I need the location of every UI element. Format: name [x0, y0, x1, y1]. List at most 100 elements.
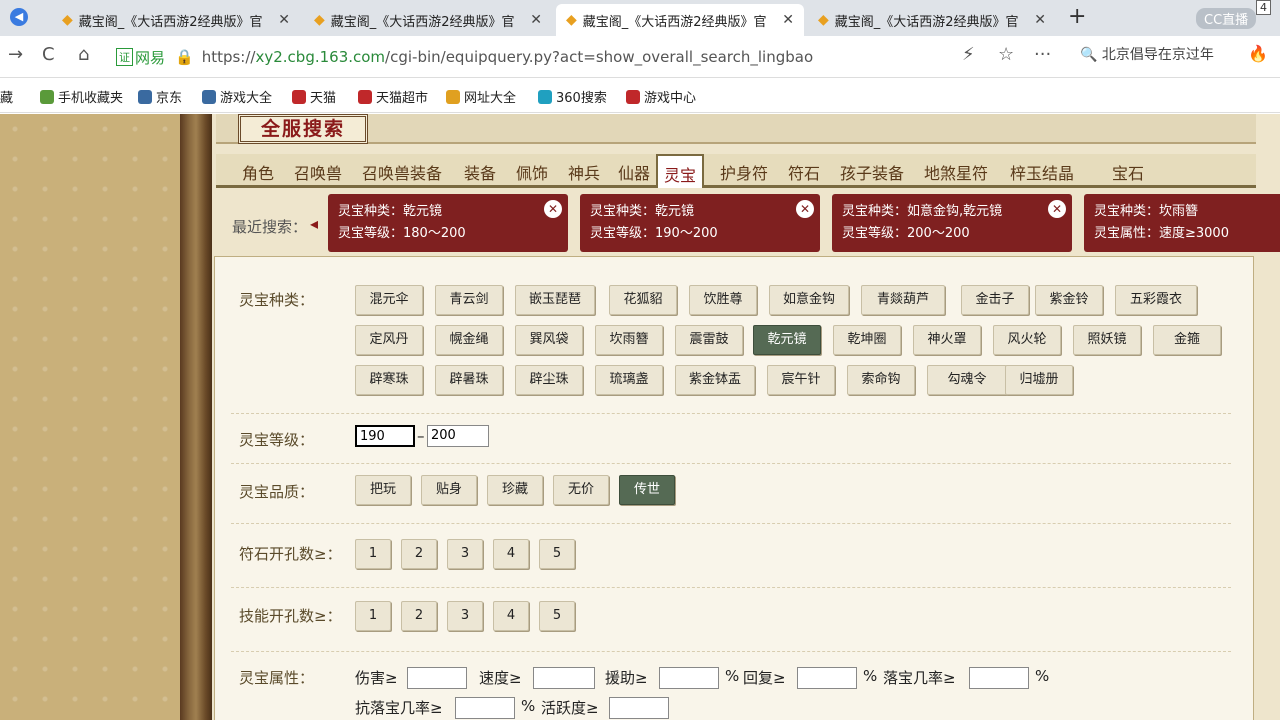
- remove-recent-icon[interactable]: ✕: [1048, 200, 1066, 218]
- lingbao-type-option[interactable]: 紫金钵盂: [675, 365, 755, 395]
- rune-hole-option[interactable]: 5: [539, 539, 575, 569]
- level-min-input[interactable]: 190: [355, 425, 415, 447]
- category-tab[interactable]: 召唤兽装备: [362, 160, 442, 184]
- attr-input[interactable]: [533, 667, 595, 689]
- category-tab[interactable]: 灵宝: [656, 154, 705, 188]
- lingbao-type-option[interactable]: 辟暑珠: [435, 365, 503, 395]
- attr-input[interactable]: [797, 667, 857, 689]
- rune-hole-option[interactable]: 1: [355, 539, 391, 569]
- remove-recent-icon[interactable]: ✕: [796, 200, 814, 218]
- lingbao-type-option[interactable]: 归墟册: [1005, 365, 1073, 395]
- lingbao-type-option[interactable]: 饮胜尊: [689, 285, 757, 315]
- quality-option[interactable]: 把玩: [355, 475, 411, 505]
- category-tab[interactable]: 神兵: [568, 160, 600, 184]
- category-tab[interactable]: 仙器: [618, 160, 650, 184]
- rune-hole-option[interactable]: 3: [447, 539, 483, 569]
- lingbao-type-option[interactable]: 坎雨簪: [595, 325, 663, 355]
- category-tab[interactable]: 装备: [464, 160, 496, 184]
- attr-input[interactable]: [659, 667, 719, 689]
- category-tab[interactable]: 角色: [242, 160, 274, 184]
- lingbao-type-option[interactable]: 花狐貂: [609, 285, 677, 315]
- attr-input[interactable]: [407, 667, 467, 689]
- bookmark-item[interactable]: 天猫超市: [358, 87, 428, 106]
- lingbao-type-option[interactable]: 如意金钩: [769, 285, 849, 315]
- new-tab-button[interactable]: +: [1068, 4, 1086, 29]
- bookmark-item[interactable]: 360搜索: [538, 87, 607, 106]
- category-tab[interactable]: 宝石: [1112, 160, 1144, 184]
- rune-hole-option[interactable]: 4: [493, 539, 529, 569]
- attr-input[interactable]: [455, 697, 515, 719]
- browser-logo-icon[interactable]: ◀: [10, 8, 28, 26]
- lingbao-type-option[interactable]: 辟寒珠: [355, 365, 423, 395]
- certificate-icon[interactable]: 证: [116, 48, 133, 66]
- cc-live-button[interactable]: CC直播: [1196, 8, 1257, 29]
- lingbao-type-option[interactable]: 嵌玉琵琶: [515, 285, 595, 315]
- recent-search-card[interactable]: 灵宝种类：坎雨簪灵宝属性：速度≥3000✕: [1084, 194, 1280, 252]
- quality-option[interactable]: 传世: [619, 475, 675, 505]
- skill-hole-option[interactable]: 3: [447, 601, 483, 631]
- tab-close-icon[interactable]: ✕: [278, 12, 290, 28]
- category-tab[interactable]: 孩子装备: [840, 160, 904, 184]
- category-tab[interactable]: 佩饰: [516, 160, 548, 184]
- recent-search-card[interactable]: 灵宝种类：乾元镜 灵宝等级：190～200 ✕: [580, 194, 820, 252]
- lingbao-type-option[interactable]: 定风丹: [355, 325, 423, 355]
- lingbao-type-option[interactable]: 乾元镜: [753, 325, 821, 355]
- reload-icon[interactable]: C: [42, 44, 55, 65]
- recent-search-card[interactable]: 灵宝种类：乾元镜 灵宝等级：180～200 ✕: [328, 194, 568, 252]
- bookmark-item[interactable]: 手机收藏夹: [40, 87, 123, 106]
- lingbao-type-option[interactable]: 青云剑: [435, 285, 503, 315]
- lingbao-type-option[interactable]: 辟尘珠: [515, 365, 583, 395]
- tab-close-icon[interactable]: ✕: [1034, 12, 1046, 28]
- tab-close-icon[interactable]: ✕: [530, 12, 542, 28]
- quality-option[interactable]: 珍藏: [487, 475, 543, 505]
- browser-tab[interactable]: ◆ 藏宝阁_《大话西游2经典版》官 ✕: [52, 4, 300, 36]
- bolt-icon[interactable]: ⚡: [962, 44, 975, 65]
- browser-tab[interactable]: ◆ 藏宝阁_《大话西游2经典版》官 ✕: [304, 4, 552, 36]
- skill-hole-option[interactable]: 1: [355, 601, 391, 631]
- attr-input[interactable]: [609, 697, 669, 719]
- skill-hole-option[interactable]: 5: [539, 601, 575, 631]
- lingbao-type-option[interactable]: 紫金铃: [1035, 285, 1103, 315]
- url-text[interactable]: https://xy2.cbg.163.com/cgi-bin/equipque…: [202, 48, 813, 66]
- prev-arrow-icon[interactable]: ◂: [310, 214, 318, 233]
- lingbao-type-option[interactable]: 照妖镜: [1073, 325, 1141, 355]
- star-icon[interactable]: ☆: [998, 44, 1014, 65]
- bookmark-item[interactable]: 藏: [0, 87, 13, 106]
- skill-hole-option[interactable]: 4: [493, 601, 529, 631]
- recent-search-card[interactable]: 灵宝种类：如意金钩,乾元镜 灵宝等级：200～200 ✕: [832, 194, 1072, 252]
- category-tab[interactable]: 地煞星符: [924, 160, 988, 184]
- lingbao-type-option[interactable]: 勾魂令: [927, 365, 1007, 395]
- category-tab[interactable]: 召唤兽: [294, 160, 342, 184]
- lingbao-type-option[interactable]: 混元伞: [355, 285, 423, 315]
- bookmark-item[interactable]: 游戏大全: [202, 87, 272, 106]
- search-box[interactable]: 🔍 北京倡导在京过年: [1080, 44, 1214, 64]
- address-bar[interactable]: 证 网易 🔒 https://xy2.cbg.163.com/cgi-bin/e…: [116, 42, 956, 72]
- category-tab[interactable]: 梓玉结晶: [1010, 160, 1074, 184]
- lingbao-type-option[interactable]: 巽风袋: [515, 325, 583, 355]
- forward-icon[interactable]: →: [8, 44, 23, 65]
- lingbao-type-option[interactable]: 震雷鼓: [675, 325, 743, 355]
- lingbao-type-option[interactable]: 风火轮: [993, 325, 1061, 355]
- lingbao-type-option[interactable]: 神火罩: [913, 325, 981, 355]
- more-menu-icon[interactable]: ···: [1034, 44, 1051, 65]
- bookmark-item[interactable]: 网址大全: [446, 87, 516, 106]
- lingbao-type-option[interactable]: 五彩霞衣: [1115, 285, 1197, 315]
- rune-hole-option[interactable]: 2: [401, 539, 437, 569]
- lingbao-type-option[interactable]: 索命钩: [847, 365, 915, 395]
- attr-input[interactable]: [969, 667, 1029, 689]
- lingbao-type-option[interactable]: 金击子: [961, 285, 1029, 315]
- bookmark-item[interactable]: 游戏中心: [626, 87, 696, 106]
- category-tab[interactable]: 护身符: [720, 160, 768, 184]
- bookmark-item[interactable]: 天猫: [292, 87, 336, 106]
- browser-tab[interactable]: ◆ 藏宝阁_《大话西游2经典版》官 ✕: [808, 4, 1056, 36]
- lingbao-type-option[interactable]: 宸午针: [767, 365, 835, 395]
- lingbao-type-option[interactable]: 琉璃盏: [595, 365, 663, 395]
- browser-tab[interactable]: ◆ 藏宝阁_《大话西游2经典版》官 ✕: [556, 4, 804, 36]
- skill-hole-option[interactable]: 2: [401, 601, 437, 631]
- quality-option[interactable]: 贴身: [421, 475, 477, 505]
- remove-recent-icon[interactable]: ✕: [544, 200, 562, 218]
- tab-close-icon[interactable]: ✕: [782, 12, 794, 28]
- lingbao-type-option[interactable]: 幌金绳: [435, 325, 503, 355]
- lingbao-type-option[interactable]: 青燚葫芦: [861, 285, 945, 315]
- level-max-input[interactable]: 200: [427, 425, 489, 447]
